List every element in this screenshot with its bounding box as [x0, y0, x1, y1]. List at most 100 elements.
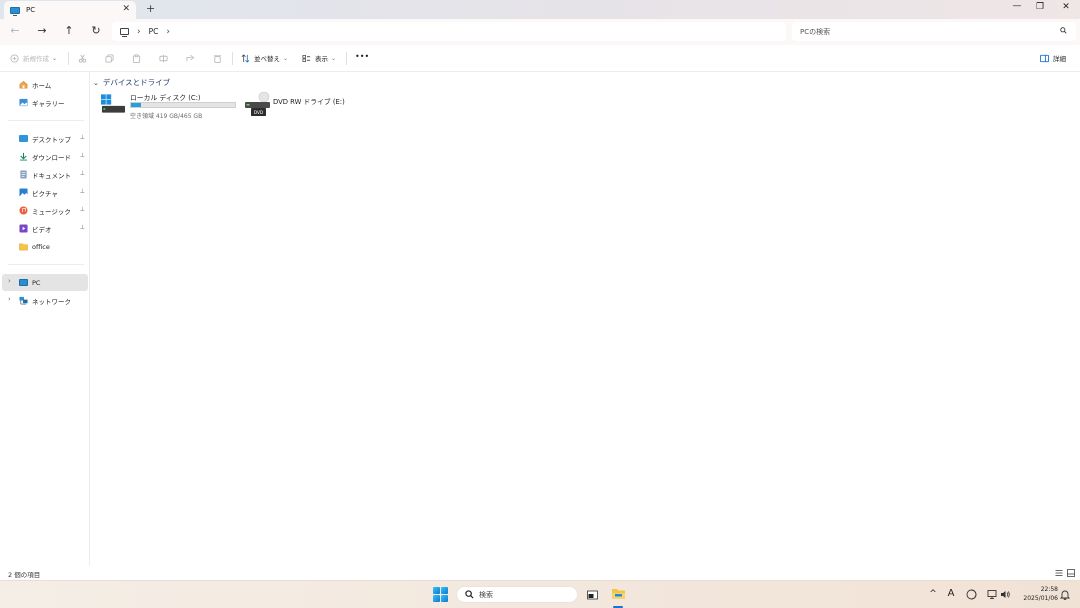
forward-button[interactable]: →	[35, 24, 49, 37]
drive-usage-bar	[130, 102, 236, 108]
sort-label: 並べ替え	[254, 55, 280, 63]
sidebar-item-label: ダウンロード	[32, 153, 71, 162]
chevron-down-icon: ⌄	[283, 54, 289, 62]
details-button[interactable]: 詳細	[1040, 53, 1066, 63]
taskbar-search-input[interactable]	[479, 590, 569, 599]
new-icon	[10, 53, 19, 63]
restore-button[interactable]: ❐	[1032, 2, 1048, 12]
network-tray-icon[interactable]	[987, 589, 998, 600]
see-more-button[interactable]: •••	[355, 52, 369, 61]
details-view-icon[interactable]	[1055, 569, 1063, 577]
start-button[interactable]	[433, 587, 448, 602]
windows-logo-tile	[433, 587, 440, 594]
sidebar-item-home[interactable]: ホーム	[2, 76, 88, 93]
pin-icon[interactable]: ⊥	[80, 206, 85, 213]
paste-icon[interactable]	[132, 54, 141, 63]
tiles-view-icon[interactable]	[1067, 569, 1075, 577]
address-row: ← → ↑ ↻ › PC ›	[0, 19, 1080, 45]
minimize-button[interactable]: —	[1009, 1, 1025, 11]
new-tab-button[interactable]: +	[146, 2, 155, 15]
drive-name: ローカル ディスク (C:)	[130, 94, 201, 102]
address-bar[interactable]: › PC ›	[112, 22, 786, 41]
pin-icon[interactable]: ⊥	[80, 152, 85, 159]
expand-chevron-icon[interactable]: ›	[8, 295, 11, 303]
new-label: 新規作成	[23, 55, 49, 63]
sidebar-item-office[interactable]: office	[2, 238, 88, 255]
dvd-drive-icon: DVD	[245, 92, 270, 116]
sidebar-item-desktop[interactable]: デスクトップ ⊥	[2, 130, 88, 147]
copilot-icon[interactable]	[966, 589, 977, 600]
volume-icon[interactable]	[1000, 589, 1011, 600]
rename-icon[interactable]	[159, 54, 168, 63]
sidebar-item-gallery[interactable]: ギャラリー	[2, 94, 88, 111]
local-disk-icon	[101, 94, 126, 113]
sidebar-item-label: PC	[32, 278, 41, 287]
sidebar-item-label: office	[32, 242, 50, 251]
notification-bell-icon[interactable]	[1060, 589, 1070, 600]
refresh-button[interactable]: ↻	[89, 24, 103, 37]
copy-icon[interactable]	[105, 54, 114, 63]
delete-icon[interactable]	[213, 54, 222, 63]
sidebar-item-pc[interactable]: › PC	[2, 274, 88, 291]
search-icon	[465, 590, 474, 599]
pin-icon[interactable]: ⊥	[80, 170, 85, 177]
close-tab-icon[interactable]: ✕	[122, 4, 130, 14]
breadcrumb-pc[interactable]: PC	[149, 27, 159, 36]
breadcrumb-separator[interactable]: ›	[166, 27, 170, 37]
clock-time: 22:58	[1040, 586, 1058, 593]
drive-tile-e[interactable]: DVD DVD RW ドライブ (E:)	[245, 92, 365, 122]
up-button[interactable]: ↑	[62, 24, 76, 37]
sidebar-item-documents[interactable]: ドキュメント ⊥	[2, 166, 88, 183]
details-pane-icon	[1040, 54, 1049, 62]
close-window-button[interactable]: ✕	[1058, 2, 1074, 12]
share-icon[interactable]	[186, 54, 195, 63]
sidebar-item-videos[interactable]: ビデオ ⊥	[2, 220, 88, 237]
clock[interactable]: 22:58 2025/01/06	[1018, 585, 1058, 603]
new-button[interactable]: 新規作成 ⌄	[10, 53, 57, 63]
sidebar-item-label: ドキュメント	[32, 171, 71, 180]
sidebar-item-label: ギャラリー	[32, 99, 65, 108]
drive-free-space: 空き領域 419 GB/465 GB	[130, 113, 203, 120]
view-icon	[302, 54, 311, 62]
sidebar-item-label: ネットワーク	[32, 297, 71, 306]
task-view-icon[interactable]	[587, 589, 598, 600]
sidebar-item-pictures[interactable]: ピクチャ ⊥	[2, 184, 88, 201]
tab-pc[interactable]: PC ✕	[4, 1, 136, 19]
cut-icon[interactable]	[78, 54, 87, 63]
sidebar-item-downloads[interactable]: ダウンロード ⊥	[2, 148, 88, 165]
clock-date: 2025/01/06	[1023, 595, 1058, 602]
taskbar: ^ A 22:58 2025/01/06	[0, 580, 1080, 608]
sort-button[interactable]: 並べ替え ⌄	[241, 53, 288, 63]
sidebar-item-network[interactable]: › ネットワーク	[2, 292, 88, 309]
view-label: 表示	[315, 55, 328, 63]
sidebar-item-music[interactable]: ミュージック ⊥	[2, 202, 88, 219]
show-hidden-icons-button[interactable]: ^	[926, 589, 940, 599]
command-bar: 新規作成 ⌄ 並べ替え ⌄ 表示 ⌄ ••• 詳細	[0, 45, 1080, 72]
pin-icon[interactable]: ⊥	[80, 224, 85, 231]
pc-icon	[19, 279, 28, 286]
group-header-devices[interactable]: ⌄ デバイスとドライブ	[93, 77, 170, 88]
back-button[interactable]: ←	[8, 24, 22, 37]
gallery-icon	[19, 98, 28, 107]
view-button[interactable]: 表示 ⌄	[302, 53, 336, 63]
search-input[interactable]	[800, 27, 1040, 36]
title-bar: PC ✕ + — ❐ ✕	[0, 0, 1080, 19]
ime-indicator[interactable]: A	[944, 588, 958, 599]
windows-logo-tile	[441, 587, 448, 594]
toolbar-divider	[68, 52, 69, 65]
pin-icon[interactable]: ⊥	[80, 188, 85, 195]
drive-usage-fill	[131, 103, 142, 107]
drive-name: DVD RW ドライブ (E:)	[273, 98, 345, 106]
breadcrumb-separator[interactable]: ›	[137, 27, 141, 37]
sidebar-item-label: ビデオ	[32, 225, 52, 234]
file-explorer-taskbar-icon[interactable]	[611, 586, 626, 601]
download-icon	[19, 152, 28, 161]
search-box[interactable]	[792, 22, 1076, 41]
drive-tile-c[interactable]: ローカル ディスク (C:) 空き領域 419 GB/465 GB	[101, 92, 241, 122]
expand-chevron-icon[interactable]: ›	[8, 277, 11, 285]
pin-icon[interactable]: ⊥	[80, 134, 85, 141]
sidebar-item-label: ピクチャ	[32, 189, 58, 198]
tab-label: PC	[26, 6, 36, 14]
taskbar-search[interactable]	[456, 586, 578, 603]
sidebar-divider	[8, 120, 84, 121]
